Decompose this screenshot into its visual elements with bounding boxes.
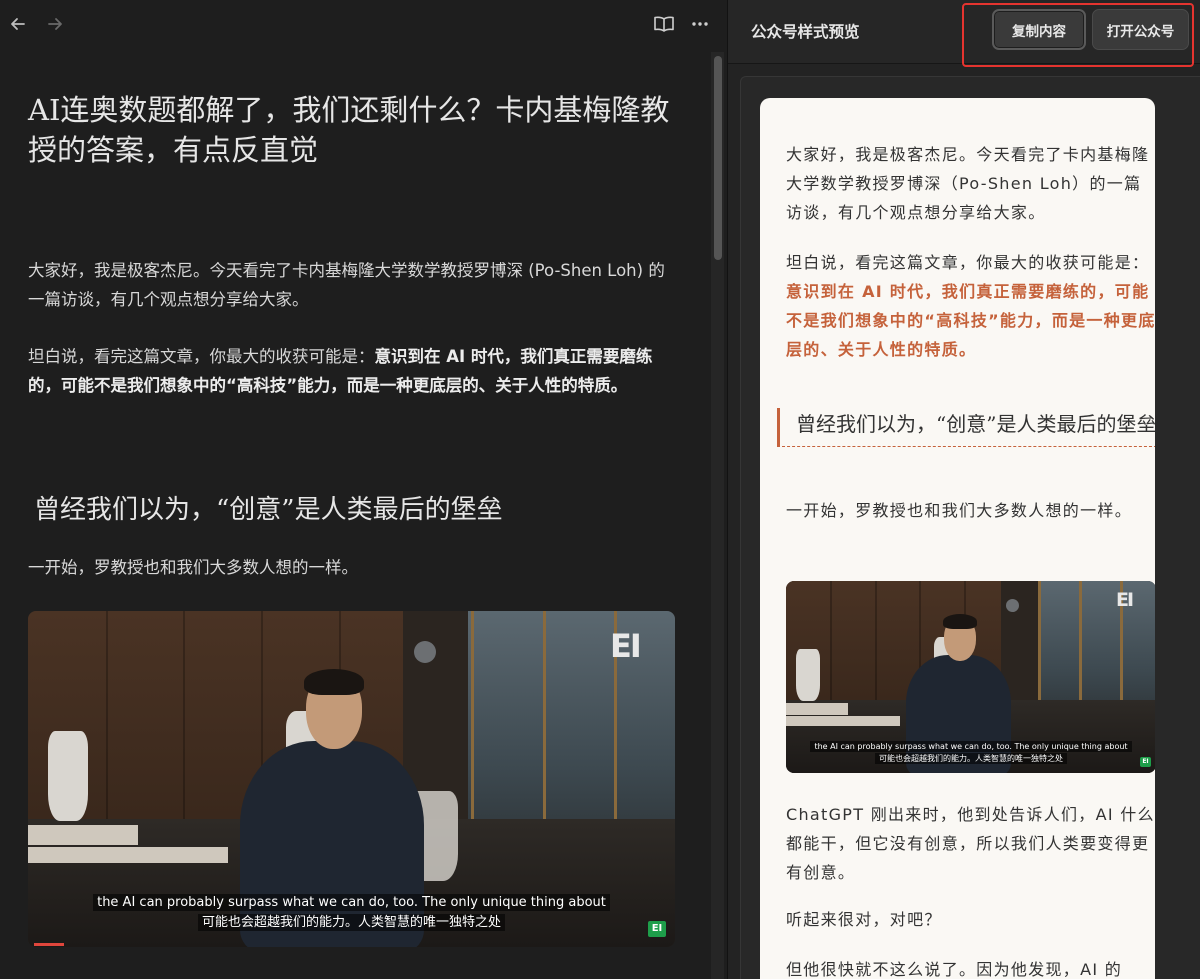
- preview-paragraph-takeaway: 坦白说，看完这篇文章，你最大的收获可能是： 意识到在 AI 时代，我们真正需要磨练…: [786, 248, 1155, 364]
- wechat-preview-card[interactable]: 大家好，我是极客杰尼。今天看完了卡内基梅隆大学数学教授罗博深（Po-Shen L…: [760, 98, 1155, 979]
- preview-takeaway-bold: 意识到在 AI 时代，我们真正需要磨练的，可能不是我们想象中的“高科技”能力，而…: [786, 282, 1155, 359]
- video-badge: EI: [648, 921, 666, 937]
- editor-paragraph: 一开始，罗教授也和我们大多数人想的一样。: [28, 558, 358, 577]
- preview-video-logo: EI: [1116, 589, 1134, 611]
- preview-video-image: EI the AI can probably surpass what we c…: [786, 581, 1155, 773]
- open-wechat-button[interactable]: 打开公众号: [1092, 9, 1189, 50]
- editor-pane: AI连奥数题都解了，我们还剩什么？卡内基梅隆教授的答案，有点反直觉 大家好，我是…: [0, 0, 727, 979]
- book-open-icon[interactable]: [652, 12, 676, 36]
- copy-content-button[interactable]: 复制内容: [992, 9, 1086, 50]
- arrow-left-icon[interactable]: [6, 12, 30, 36]
- preview-section-heading: 曾经我们以为，“创意”是人类最后的堡垒: [777, 408, 1155, 447]
- preview-video-badge: EI: [1140, 757, 1151, 767]
- preview-pane: 公众号样式预览 复制内容 打开公众号 大家好，我是极客杰尼。今天看完了卡内基梅隆…: [727, 0, 1200, 979]
- more-horizontal-icon[interactable]: [688, 12, 712, 36]
- editor-toolbar: [0, 0, 727, 48]
- editor-section-heading: 曾经我们以为，“创意”是人类最后的堡垒: [34, 495, 503, 525]
- preview-header: 公众号样式预览 复制内容 打开公众号: [728, 0, 1200, 67]
- preview-paragraph: 一开始，罗教授也和我们大多数人想的一样。: [786, 501, 1133, 520]
- preview-video-subtitle-en: the AI can probably surpass what we can …: [786, 741, 1155, 753]
- editor-paragraph-intro: 大家好，我是极客杰尼。今天看完了卡内基梅隆大学数学教授罗博深 (Po-Shen …: [28, 261, 665, 309]
- preview-video-subtitle-zh: 可能也会超越我们的能力。人类智慧的唯一独特之处: [786, 753, 1155, 765]
- arrow-right-icon[interactable]: [43, 12, 67, 36]
- preview-video-frame: EI the AI can probably surpass what we c…: [786, 581, 1155, 773]
- video-logo: EI: [610, 627, 642, 665]
- preview-title: 公众号样式预览: [751, 23, 860, 41]
- document-title: AI连奥数题都解了，我们还剩什么？卡内基梅隆教授的答案，有点反直觉: [28, 93, 670, 167]
- video-frame: EI the AI can probably surpass what we c…: [28, 611, 675, 947]
- video-progress-bar: [34, 943, 64, 946]
- video-subtitle-en: the AI can probably surpass what we can …: [28, 893, 675, 913]
- preview-takeaway-prefix: 坦白说，看完这篇文章，你最大的收获可能是：: [786, 253, 1150, 272]
- video-subtitle-zh: 可能也会超越我们的能力。人类智慧的唯一独特之处: [28, 913, 675, 933]
- preview-paragraph-intro: 大家好，我是极客杰尼。今天看完了卡内基梅隆大学数学教授罗博深（Po-Shen L…: [786, 145, 1150, 222]
- takeaway-prefix: 坦白说，看完这篇文章，你最大的收获可能是：: [28, 347, 375, 366]
- editor-scrollbar-thumb[interactable]: [714, 56, 722, 260]
- video-screenshot-image: EI the AI can probably surpass what we c…: [28, 611, 675, 947]
- preview-paragraph: 听起来很对，对吧？: [786, 910, 942, 929]
- preview-paragraph: 但他很快就不这么说了。因为他发现，AI 的: [786, 960, 1123, 979]
- preview-paragraph: ChatGPT 刚出来时，他到处告诉人们，AI 什么都能干，但它没有创意，所以我…: [786, 805, 1155, 882]
- editor-paragraph-takeaway: 坦白说，看完这篇文章，你最大的收获可能是：意识到在 AI 时代，我们真正需要磨练…: [28, 342, 678, 400]
